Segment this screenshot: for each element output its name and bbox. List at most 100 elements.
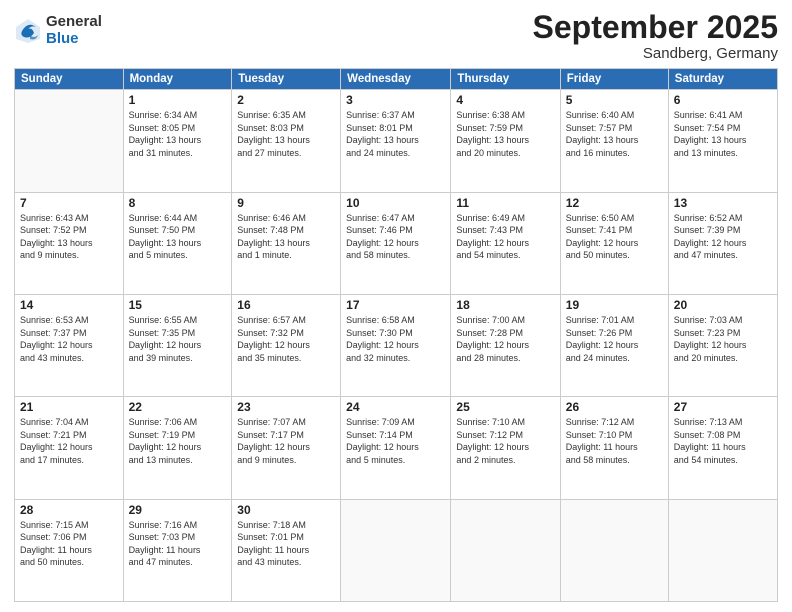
- logo-blue-text: Blue: [46, 31, 102, 48]
- col-friday: Friday: [560, 69, 668, 90]
- location-subtitle: Sandberg, Germany: [533, 45, 778, 62]
- cell-w5-d6: [560, 499, 668, 601]
- logo-text: General Blue: [46, 14, 102, 47]
- cell-w2-d1: 7 Sunrise: 6:43 AM Sunset: 7:52 PM Daylig…: [15, 192, 124, 294]
- cell-w5-d3: 30 Sunrise: 7:18 AM Sunset: 7:01 PM Dayli…: [232, 499, 341, 601]
- day-number-w1-d3: 2: [237, 93, 335, 107]
- cell-w2-d7: 13Sunrise: 6:52 AM Sunset: 7:39 PM Dayli…: [668, 192, 777, 294]
- cell-w2-d5: 11 Sunrise: 6:49 AM Sunset: 7:43 PM Dayli…: [451, 192, 560, 294]
- col-thursday: Thursday: [451, 69, 560, 90]
- col-sunday: Sunday: [15, 69, 124, 90]
- page: General Blue September 2025 Sandberg, Ge…: [0, 0, 792, 612]
- day-number-w3-d4: 17: [346, 298, 445, 312]
- day-number-w4-d7: 27: [674, 400, 772, 414]
- cell-w5-d4: [341, 499, 451, 601]
- week-row-5: 28 Sunrise: 7:15 AM Sunset: 7:06 PM Dayli…: [15, 499, 778, 601]
- cell-w3-d7: 20Sunrise: 7:03 AM Sunset: 7:23 PM Dayli…: [668, 294, 777, 396]
- day-info-w4-d1: Sunrise: 7:04 AM Sunset: 7:21 PM Dayligh…: [20, 416, 118, 466]
- day-info-w4-d5: Sunrise: 7:10 AM Sunset: 7:12 PM Dayligh…: [456, 416, 554, 466]
- cell-w2-d4: 10Sunrise: 6:47 AM Sunset: 7:46 PM Dayli…: [341, 192, 451, 294]
- header: General Blue September 2025 Sandberg, Ge…: [14, 10, 778, 62]
- day-info-w5-d1: Sunrise: 7:15 AM Sunset: 7:06 PM Dayligh…: [20, 519, 118, 569]
- cell-w2-d3: 9 Sunrise: 6:46 AM Sunset: 7:48 PM Daylig…: [232, 192, 341, 294]
- cell-w1-d7: 6 Sunrise: 6:41 AM Sunset: 7:54 PM Daylig…: [668, 90, 777, 192]
- calendar-body: 1 Sunrise: 6:34 AM Sunset: 8:05 PM Daylig…: [15, 90, 778, 602]
- day-info-w3-d2: Sunrise: 6:55 AM Sunset: 7:35 PM Dayligh…: [129, 314, 227, 364]
- logo: General Blue: [14, 14, 102, 47]
- day-number-w1-d4: 3: [346, 93, 445, 107]
- day-info-w3-d6: Sunrise: 7:01 AM Sunset: 7:26 PM Dayligh…: [566, 314, 663, 364]
- day-number-w5-d3: 30: [237, 503, 335, 517]
- day-info-w5-d3: Sunrise: 7:18 AM Sunset: 7:01 PM Dayligh…: [237, 519, 335, 569]
- day-number-w2-d3: 9: [237, 196, 335, 210]
- day-number-w1-d6: 5: [566, 93, 663, 107]
- logo-general-text: General: [46, 14, 102, 31]
- col-wednesday: Wednesday: [341, 69, 451, 90]
- cell-w1-d3: 2 Sunrise: 6:35 AM Sunset: 8:03 PM Daylig…: [232, 90, 341, 192]
- cell-w2-d2: 8 Sunrise: 6:44 AM Sunset: 7:50 PM Daylig…: [123, 192, 232, 294]
- cell-w3-d6: 19 Sunrise: 7:01 AM Sunset: 7:26 PM Dayli…: [560, 294, 668, 396]
- day-number-w3-d6: 19: [566, 298, 663, 312]
- day-info-w2-d3: Sunrise: 6:46 AM Sunset: 7:48 PM Dayligh…: [237, 212, 335, 262]
- day-number-w4-d6: 26: [566, 400, 663, 414]
- day-number-w2-d5: 11: [456, 196, 554, 210]
- day-info-w2-d7: Sunrise: 6:52 AM Sunset: 7:39 PM Dayligh…: [674, 212, 772, 262]
- day-info-w3-d4: Sunrise: 6:58 AM Sunset: 7:30 PM Dayligh…: [346, 314, 445, 364]
- day-number-w2-d4: 10: [346, 196, 445, 210]
- day-info-w3-d7: Sunrise: 7:03 AM Sunset: 7:23 PM Dayligh…: [674, 314, 772, 364]
- day-number-w5-d1: 28: [20, 503, 118, 517]
- cell-w4-d7: 27Sunrise: 7:13 AM Sunset: 7:08 PM Dayli…: [668, 397, 777, 499]
- cell-w4-d1: 21 Sunrise: 7:04 AM Sunset: 7:21 PM Dayli…: [15, 397, 124, 499]
- cell-w4-d5: 25 Sunrise: 7:10 AM Sunset: 7:12 PM Dayli…: [451, 397, 560, 499]
- cell-w3-d1: 14 Sunrise: 6:53 AM Sunset: 7:37 PM Dayli…: [15, 294, 124, 396]
- day-info-w2-d5: Sunrise: 6:49 AM Sunset: 7:43 PM Dayligh…: [456, 212, 554, 262]
- cell-w2-d6: 12Sunrise: 6:50 AM Sunset: 7:41 PM Dayli…: [560, 192, 668, 294]
- cell-w3-d3: 16 Sunrise: 6:57 AM Sunset: 7:32 PM Dayli…: [232, 294, 341, 396]
- col-saturday: Saturday: [668, 69, 777, 90]
- cell-w1-d1: [15, 90, 124, 192]
- day-info-w2-d2: Sunrise: 6:44 AM Sunset: 7:50 PM Dayligh…: [129, 212, 227, 262]
- day-number-w5-d2: 29: [129, 503, 227, 517]
- day-number-w3-d5: 18: [456, 298, 554, 312]
- cell-w1-d5: 4Sunrise: 6:38 AM Sunset: 7:59 PM Daylig…: [451, 90, 560, 192]
- day-info-w4-d2: Sunrise: 7:06 AM Sunset: 7:19 PM Dayligh…: [129, 416, 227, 466]
- cell-w1-d4: 3Sunrise: 6:37 AM Sunset: 8:01 PM Daylig…: [341, 90, 451, 192]
- day-number-w2-d2: 8: [129, 196, 227, 210]
- day-number-w3-d2: 15: [129, 298, 227, 312]
- cell-w5-d7: [668, 499, 777, 601]
- cell-w5-d2: 29 Sunrise: 7:16 AM Sunset: 7:03 PM Dayli…: [123, 499, 232, 601]
- day-number-w4-d4: 24: [346, 400, 445, 414]
- day-info-w4-d4: Sunrise: 7:09 AM Sunset: 7:14 PM Dayligh…: [346, 416, 445, 466]
- day-number-w1-d7: 6: [674, 93, 772, 107]
- week-row-4: 21 Sunrise: 7:04 AM Sunset: 7:21 PM Dayli…: [15, 397, 778, 499]
- day-info-w4-d3: Sunrise: 7:07 AM Sunset: 7:17 PM Dayligh…: [237, 416, 335, 466]
- calendar-header: Sunday Monday Tuesday Wednesday Thursday…: [15, 69, 778, 90]
- logo-icon: [14, 17, 42, 45]
- cell-w4-d2: 22 Sunrise: 7:06 AM Sunset: 7:19 PM Dayli…: [123, 397, 232, 499]
- col-monday: Monday: [123, 69, 232, 90]
- day-number-w3-d3: 16: [237, 298, 335, 312]
- day-info-w3-d3: Sunrise: 6:57 AM Sunset: 7:32 PM Dayligh…: [237, 314, 335, 364]
- day-info-w3-d1: Sunrise: 6:53 AM Sunset: 7:37 PM Dayligh…: [20, 314, 118, 364]
- day-number-w3-d1: 14: [20, 298, 118, 312]
- day-info-w1-d7: Sunrise: 6:41 AM Sunset: 7:54 PM Dayligh…: [674, 109, 772, 159]
- day-info-w2-d6: Sunrise: 6:50 AM Sunset: 7:41 PM Dayligh…: [566, 212, 663, 262]
- day-info-w2-d1: Sunrise: 6:43 AM Sunset: 7:52 PM Dayligh…: [20, 212, 118, 262]
- day-info-w1-d5: Sunrise: 6:38 AM Sunset: 7:59 PM Dayligh…: [456, 109, 554, 159]
- cell-w1-d6: 5Sunrise: 6:40 AM Sunset: 7:57 PM Daylig…: [560, 90, 668, 192]
- week-row-3: 14 Sunrise: 6:53 AM Sunset: 7:37 PM Dayli…: [15, 294, 778, 396]
- day-info-w1-d2: Sunrise: 6:34 AM Sunset: 8:05 PM Dayligh…: [129, 109, 227, 159]
- day-info-w4-d6: Sunrise: 7:12 AM Sunset: 7:10 PM Dayligh…: [566, 416, 663, 466]
- cell-w5-d1: 28 Sunrise: 7:15 AM Sunset: 7:06 PM Dayli…: [15, 499, 124, 601]
- calendar-table: Sunday Monday Tuesday Wednesday Thursday…: [14, 68, 778, 602]
- title-block: September 2025 Sandberg, Germany: [533, 10, 778, 62]
- day-info-w1-d3: Sunrise: 6:35 AM Sunset: 8:03 PM Dayligh…: [237, 109, 335, 159]
- day-number-w2-d1: 7: [20, 196, 118, 210]
- day-number-w4-d2: 22: [129, 400, 227, 414]
- day-number-w4-d1: 21: [20, 400, 118, 414]
- day-info-w5-d2: Sunrise: 7:16 AM Sunset: 7:03 PM Dayligh…: [129, 519, 227, 569]
- cell-w3-d4: 17 Sunrise: 6:58 AM Sunset: 7:30 PM Dayli…: [341, 294, 451, 396]
- cell-w4-d4: 24 Sunrise: 7:09 AM Sunset: 7:14 PM Dayli…: [341, 397, 451, 499]
- day-number-w1-d2: 1: [129, 93, 227, 107]
- day-number-w4-d5: 25: [456, 400, 554, 414]
